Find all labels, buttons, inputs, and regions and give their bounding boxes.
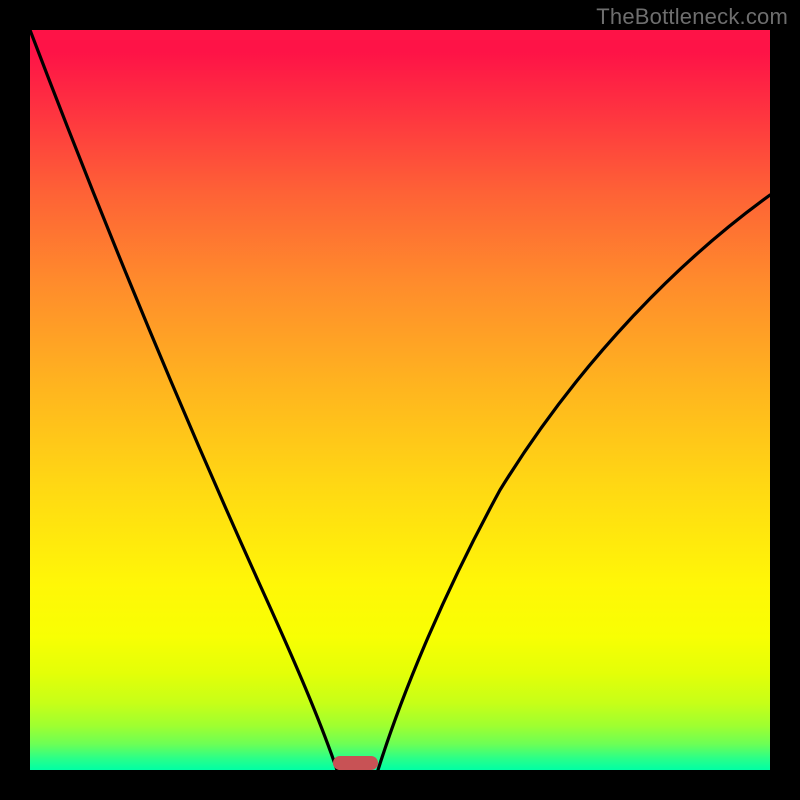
left-curve [30, 30, 337, 770]
right-curve [378, 195, 770, 770]
watermark-text: TheBottleneck.com [596, 4, 788, 30]
optimal-marker [333, 756, 377, 770]
plot-area [30, 30, 770, 770]
chart-frame: TheBottleneck.com [0, 0, 800, 800]
curve-layer [30, 30, 770, 770]
